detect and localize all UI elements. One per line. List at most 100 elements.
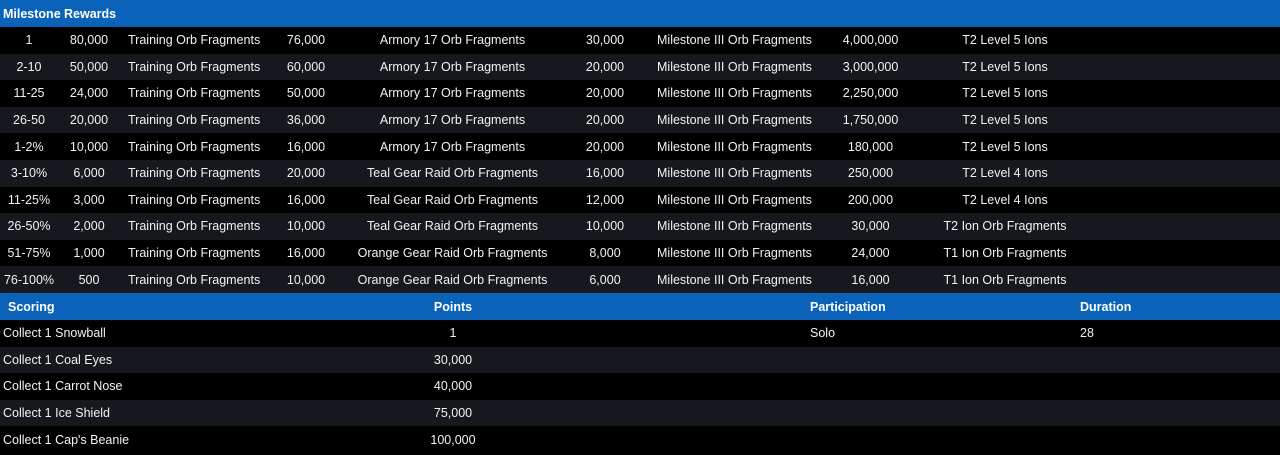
reward-cell: 51-75% xyxy=(7,246,51,261)
reward-cell: 20,000 xyxy=(69,113,109,128)
reward-cell: 80,000 xyxy=(69,33,109,48)
table-row: 1 80,000 Training Orb Fragments 76,000 Armor… xyxy=(0,27,1280,54)
reward-cell: 10,000 xyxy=(286,272,326,287)
reward-cell: Training Orb Fragments xyxy=(128,59,261,74)
reward-cell: 60,000 xyxy=(286,59,326,74)
reward-cell: 26-50 xyxy=(13,113,45,128)
milestone-header: Milestone xyxy=(3,6,61,21)
reward-cell: 24,000 xyxy=(851,246,890,261)
reward-cell: Milestone III Orb Fragments xyxy=(657,246,812,261)
reward-cell: Milestone III Orb Fragments xyxy=(657,219,812,234)
reward-cell: Milestone III Orb Fragments xyxy=(657,86,812,101)
reward-cell: 20,000 xyxy=(585,59,625,74)
reward-cell: Armory 17 Orb Fragments xyxy=(379,33,526,48)
reward-cell: Milestone III Orb Fragments xyxy=(657,33,812,48)
reward-cell: Training Orb Fragments xyxy=(128,166,261,181)
reward-cell: 2,000 xyxy=(73,219,105,234)
reward-cell: 8,000 xyxy=(589,246,621,261)
reward-cell: 11-25% xyxy=(7,192,51,207)
reward-cell: 6,000 xyxy=(73,166,105,181)
scoring-cell: 28 xyxy=(1080,326,1094,341)
reward-cell: T1 Ion Orb Fragments xyxy=(943,246,1067,261)
points-header: Points xyxy=(433,299,473,314)
reward-cell: Orange Gear Raid Orb Fragments xyxy=(357,246,548,261)
duration-header: Duration xyxy=(1080,299,1132,314)
reward-cell: 3,000 xyxy=(73,192,105,207)
table-row: Collect 1 Cap's Beanie 100,000 xyxy=(0,426,1280,453)
scoring-header-row: Scoring Points Participation Duration xyxy=(0,293,1280,320)
reward-cell: T2 Ion Orb Fragments xyxy=(943,219,1067,234)
reward-cell: 30,000 xyxy=(851,219,890,234)
scoring-cell: Collect 1 Coal Eyes xyxy=(3,352,113,367)
table-row: Collect 1 Coal Eyes 30,000 xyxy=(0,346,1280,374)
reward-cell: 76-100% xyxy=(3,272,55,287)
reward-cell: 50,000 xyxy=(286,86,326,101)
reward-cell: Training Orb Fragments xyxy=(128,192,261,207)
reward-cell: 4,000,000 xyxy=(842,33,899,48)
table-row: Collect 1 Ice Shield 75,000 xyxy=(0,399,1280,427)
reward-cell: Training Orb Fragments xyxy=(128,113,261,128)
reward-cell: 16,000 xyxy=(286,192,326,207)
reward-cell: Orange Gear Raid Orb Fragments xyxy=(357,272,548,287)
reward-cell: 3,000,000 xyxy=(842,59,899,74)
reward-cell: 16,000 xyxy=(286,246,326,261)
reward-cell: Training Orb Fragments xyxy=(128,139,261,154)
reward-cell: Milestone III Orb Fragments xyxy=(657,166,812,181)
scoring-cell: Collect 1 Ice Shield xyxy=(3,406,111,421)
scoring-cell: Collect 1 Cap's Beanie xyxy=(3,432,130,447)
reward-cell: 24,000 xyxy=(69,86,109,101)
reward-cell: 1,750,000 xyxy=(842,113,899,128)
reward-cell: 180,000 xyxy=(847,139,894,154)
reward-cell: T2 Level 5 Ions xyxy=(962,59,1048,74)
scoring-cell: 40,000 xyxy=(433,379,473,394)
reward-cell: Milestone III Orb Fragments xyxy=(657,139,812,154)
reward-cell: Teal Gear Raid Orb Fragments xyxy=(367,166,538,181)
reward-cell: T2 Level 4 Ions xyxy=(962,166,1048,181)
reward-cell: T2 Level 5 Ions xyxy=(962,139,1048,154)
reward-cell: 20,000 xyxy=(585,113,625,128)
reward-cell: Armory 17 Orb Fragments xyxy=(379,86,526,101)
reward-cell: Training Orb Fragments xyxy=(128,246,261,261)
reward-cell: Armory 17 Orb Fragments xyxy=(379,139,526,154)
reward-cell: 1-2% xyxy=(14,139,44,154)
reward-cell: 30,000 xyxy=(585,33,625,48)
scoring-cell: 30,000 xyxy=(433,352,473,367)
reward-cell: 50,000 xyxy=(69,59,109,74)
rewards-header: Rewards xyxy=(64,6,117,21)
reward-cell: Training Orb Fragments xyxy=(128,86,261,101)
reward-cell: 250,000 xyxy=(847,166,894,181)
scoring-cell: 75,000 xyxy=(433,406,473,421)
reward-cell: 10,000 xyxy=(286,219,326,234)
reward-cell: 2,250,000 xyxy=(842,86,899,101)
reward-cell: 20,000 xyxy=(585,86,625,101)
rewards-header-row: Milestone Rewards xyxy=(0,0,1280,27)
reward-cell: 20,000 xyxy=(585,139,625,154)
reward-cell: 11-25 xyxy=(13,86,45,101)
reward-cell: T2 Level 5 Ions xyxy=(962,113,1048,128)
reward-cell: 12,000 xyxy=(585,192,625,207)
reward-cell: Milestone III Orb Fragments xyxy=(657,192,812,207)
reward-cell: Training Orb Fragments xyxy=(128,33,261,48)
reward-cell: T2 Level 5 Ions xyxy=(962,86,1048,101)
table-row: 76-100% 500 Training Orb Fragments 10,000 Or… xyxy=(0,266,1280,293)
reward-cell: 16,000 xyxy=(585,166,625,181)
scoring-header: Scoring xyxy=(8,299,55,314)
reward-cell: Milestone III Orb Fragments xyxy=(657,272,812,287)
reward-cell: Armory 17 Orb Fragments xyxy=(379,59,526,74)
page: Milestone Rewards 1 80,000 Training Orb Frag… xyxy=(0,0,1280,455)
table-row: 3-10% 6,000 Training Orb Fragments 20,000 Te… xyxy=(0,160,1280,187)
table-row: 26-50% 2,000 Training Orb Fragments 10,000 T… xyxy=(0,213,1280,240)
reward-cell: 6,000 xyxy=(589,272,621,287)
reward-cell: 36,000 xyxy=(286,113,326,128)
reward-cell: Armory 17 Orb Fragments xyxy=(379,113,526,128)
reward-cell: Milestone III Orb Fragments xyxy=(657,113,812,128)
scoring-cell: Collect 1 Snowball xyxy=(3,326,106,341)
table-row: Collect 1 Snowball 1 Solo 28 xyxy=(0,320,1280,347)
table-row: 51-75% 1,000 Training Orb Fragments 16,000 O… xyxy=(0,240,1280,267)
table-row: Collect 1 Carrot Nose 40,000 xyxy=(0,373,1280,400)
reward-cell: 16,000 xyxy=(851,272,890,287)
reward-cell: 20,000 xyxy=(286,166,326,181)
table-row: 1-2% 10,000 Training Orb Fragments 16,000 Ar… xyxy=(0,133,1280,160)
reward-cell: 2-10 xyxy=(16,59,42,74)
reward-cell: Training Orb Fragments xyxy=(128,219,261,234)
